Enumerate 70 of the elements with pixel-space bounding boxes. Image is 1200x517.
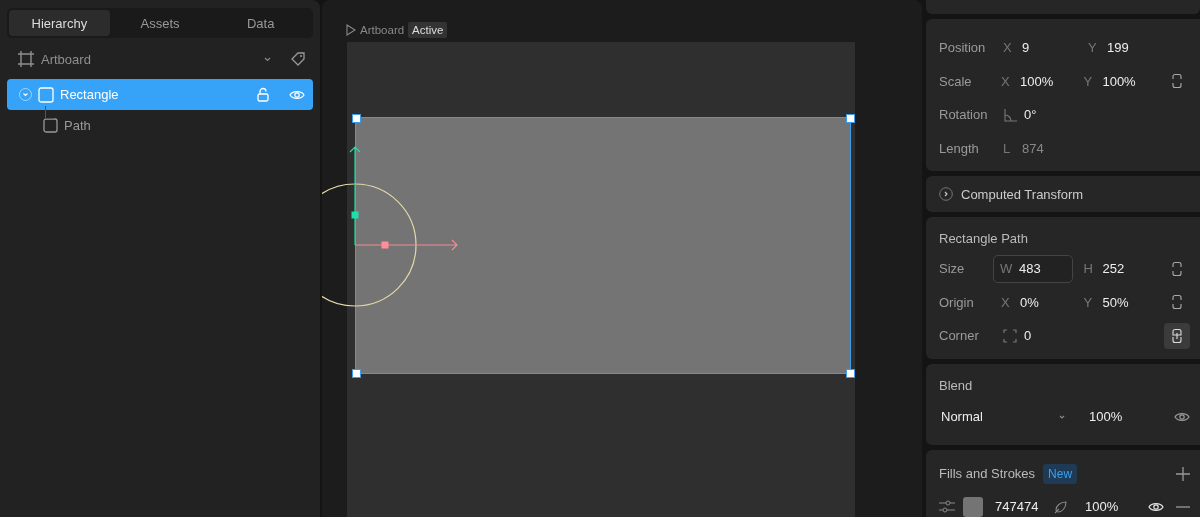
link-toggle-button[interactable]: [1164, 322, 1190, 349]
section-title: Rectangle Path: [939, 230, 1029, 248]
hex-value[interactable]: 747474: [995, 499, 1053, 514]
minus-icon[interactable]: [1176, 505, 1190, 508]
section-title: Fills and Strokes: [939, 466, 1036, 481]
axis-label: X: [1003, 40, 1013, 56]
unlock-icon[interactable]: [257, 87, 269, 102]
layer-name: Rectangle: [60, 87, 120, 102]
property-label: Position: [939, 40, 987, 56]
chevron-down-icon: [264, 56, 271, 62]
link-icon[interactable]: [1172, 294, 1183, 311]
resize-handle[interactable]: [352, 114, 361, 123]
section-title[interactable]: Computed Transform: [961, 186, 1084, 202]
property-label: Rotation: [939, 107, 989, 123]
number-field[interactable]: 0: [1002, 321, 1087, 350]
axis-label: X: [1001, 294, 1011, 310]
axis-label: H: [1083, 261, 1094, 277]
number-field[interactable]: Y 100%: [1082, 67, 1165, 96]
eye-icon[interactable]: [1148, 500, 1164, 513]
eye-icon[interactable]: [1174, 410, 1190, 423]
play-icon: [346, 24, 356, 36]
number-field[interactable]: 0°: [1002, 100, 1087, 129]
axis-label: X: [1001, 73, 1011, 89]
artboard-title: Artboard: [360, 24, 405, 36]
link-icon[interactable]: [1172, 73, 1183, 90]
axis-label: L: [1003, 140, 1012, 156]
chevron-down-icon: [1059, 414, 1065, 419]
property-label: Length: [939, 140, 980, 156]
opacity-value[interactable]: 100%: [1089, 409, 1123, 424]
number-field[interactable]: Y 50%: [1082, 288, 1165, 317]
axis-label: Y: [1083, 73, 1094, 89]
blend-mode-dropdown[interactable]: Normal: [941, 409, 1059, 424]
number-field[interactable]: X 0%: [1000, 288, 1083, 317]
sliders-icon[interactable]: [939, 500, 955, 513]
color-swatch[interactable]: [963, 496, 983, 517]
panel-tab[interactable]: Data: [210, 10, 311, 36]
number-field[interactable]: Y 199: [1087, 33, 1172, 62]
path-layer-icon: [43, 117, 58, 133]
resize-handle[interactable]: [352, 369, 361, 378]
property-label: Corner: [939, 328, 980, 344]
axis-label: W: [999, 261, 1012, 277]
corner-radius-icon: [1003, 328, 1017, 343]
property-label: Scale: [939, 73, 973, 89]
state-badge[interactable]: Active: [408, 22, 448, 38]
number-field[interactable]: X 100%: [1000, 67, 1083, 96]
panel-tab[interactable]: Assets: [109, 10, 211, 36]
new-badge: New: [1043, 463, 1078, 484]
rectangle-icon: [38, 86, 54, 103]
link-icon[interactable]: [1172, 260, 1183, 277]
expand-chevron-icon[interactable]: [939, 187, 953, 201]
axis-label: Y: [1083, 294, 1094, 310]
plus-icon[interactable]: [1176, 466, 1190, 481]
property-label: Origin: [939, 294, 975, 310]
property-label: Size: [939, 261, 966, 277]
artboard-name[interactable]: Artboard: [41, 51, 258, 67]
opacity-value[interactable]: 100%: [1085, 499, 1119, 514]
number-field[interactable]: H 252: [1082, 254, 1165, 283]
section-title: Blend: [939, 376, 974, 395]
angle-icon: [1003, 107, 1017, 122]
artboard-icon: [17, 50, 35, 68]
layer-name: Path: [64, 117, 91, 133]
number-field[interactable]: X 9: [1002, 33, 1087, 62]
link-icon: [1172, 327, 1182, 344]
axis-label: Y: [1088, 40, 1098, 56]
number-field[interactable]: W 483: [992, 254, 1073, 283]
feather-icon[interactable]: [1053, 499, 1067, 514]
resize-handle[interactable]: [846, 369, 855, 378]
panel-tab[interactable]: Hierarchy: [9, 10, 110, 36]
resize-handle[interactable]: [846, 114, 855, 123]
tag-icon[interactable]: [291, 52, 305, 66]
